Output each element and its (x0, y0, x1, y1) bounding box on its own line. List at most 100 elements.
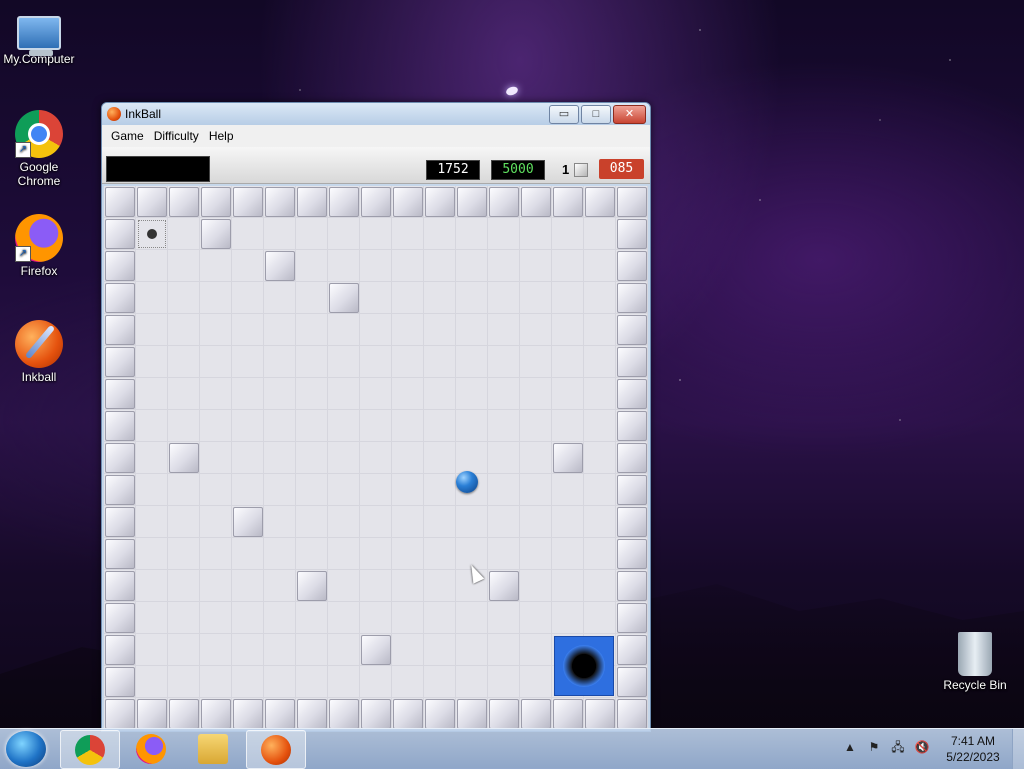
wall-block (105, 443, 135, 473)
wall-block (425, 699, 455, 729)
board-cell (456, 602, 488, 634)
action-center-flag-icon[interactable]: ⚑ (866, 739, 882, 755)
menu-help[interactable]: Help (204, 129, 239, 143)
board-cell (328, 538, 360, 570)
board-cell (552, 346, 584, 378)
wall-block (233, 699, 263, 729)
board-cell (232, 666, 264, 698)
board-cell (328, 314, 360, 346)
board-cell (296, 282, 328, 314)
wall-block (105, 539, 135, 569)
wall-block (105, 187, 135, 217)
board-cell (424, 666, 456, 698)
board-cell (136, 282, 168, 314)
board-cell (552, 570, 584, 602)
taskbar-item-inkball[interactable] (246, 730, 306, 769)
wall-block (105, 283, 135, 313)
inkball-icon (107, 107, 121, 121)
wall-block (489, 187, 519, 217)
start-button[interactable] (6, 731, 46, 767)
board-cell (168, 282, 200, 314)
board-cell (488, 634, 520, 666)
board-cell (200, 474, 232, 506)
taskbar-item-chrome[interactable] (60, 730, 120, 769)
board-cell (360, 378, 392, 410)
board-cell (136, 474, 168, 506)
board-cell (296, 666, 328, 698)
wall-block (105, 251, 135, 281)
wall-block (457, 187, 487, 217)
taskbar-item-file-explorer[interactable] (184, 730, 242, 767)
board-cell (232, 410, 264, 442)
firefox-icon (136, 734, 166, 764)
wall-block (617, 539, 647, 569)
chrome-icon: ↗ (15, 110, 63, 158)
board-cell (584, 538, 616, 570)
board-cell (232, 378, 264, 410)
desktop-icon-label: Google Chrome (17, 160, 61, 188)
board-cell (392, 346, 424, 378)
board-cell (424, 506, 456, 538)
menu-difficulty[interactable]: Difficulty (149, 129, 204, 143)
network-icon[interactable]: 🖧 (890, 739, 906, 755)
wall-block (617, 635, 647, 665)
board-cell (488, 442, 520, 474)
desktop-icon-google-chrome[interactable]: ↗ Google Chrome (1, 110, 77, 188)
board-cell (296, 634, 328, 666)
recycle-bin-icon (958, 632, 992, 676)
board-cell (360, 506, 392, 538)
menu-game[interactable]: Game (106, 129, 149, 143)
wall-block (137, 699, 167, 729)
wall-block (169, 187, 199, 217)
wall-block (585, 187, 615, 217)
maximize-button[interactable]: □ (581, 105, 611, 124)
board-cell (584, 218, 616, 250)
board-cell (136, 570, 168, 602)
wall-block (137, 187, 167, 217)
game-board[interactable] (104, 186, 648, 730)
wall-block (169, 699, 199, 729)
board-cell (296, 410, 328, 442)
close-button[interactable]: ✕ (613, 105, 646, 124)
desktop-icon-inkball[interactable]: Inkball (1, 320, 77, 384)
clock-date: 5/22/2023 (946, 750, 1000, 764)
board-cell (264, 442, 296, 474)
wall-block (521, 187, 551, 217)
wall-block (617, 315, 647, 345)
board-cell (424, 314, 456, 346)
ball-queue-icon (574, 163, 588, 177)
board-cell (488, 666, 520, 698)
tray-overflow-icon[interactable]: ▲ (842, 739, 858, 755)
taskbar: ▲ ⚑ 🖧 🔇 7:41 AM 5/22/2023 (0, 728, 1024, 769)
desktop-icon-recycle-bin[interactable]: Recycle Bin (937, 630, 1013, 692)
board-cell (168, 634, 200, 666)
obstacle-block (233, 507, 263, 537)
taskbar-item-firefox[interactable] (122, 730, 180, 767)
clock[interactable]: 7:41 AM 5/22/2023 (940, 733, 1006, 765)
minimize-button[interactable]: ▭ (549, 105, 579, 124)
board-cell (424, 250, 456, 282)
board-cell (520, 538, 552, 570)
volume-muted-icon[interactable]: 🔇 (914, 739, 930, 755)
desktop-icon-firefox[interactable]: ↗ Firefox (1, 214, 77, 278)
board-cell (520, 346, 552, 378)
desktop-icon-my-computer[interactable]: My.Computer (1, 8, 77, 66)
board-cell (200, 506, 232, 538)
board-cell (520, 282, 552, 314)
board-cell (392, 538, 424, 570)
board-cell (232, 634, 264, 666)
board-cell (264, 314, 296, 346)
board-cell (456, 250, 488, 282)
wall-block (105, 219, 135, 249)
board-cell (328, 602, 360, 634)
board-cell (232, 538, 264, 570)
board-cell (200, 314, 232, 346)
show-desktop-button[interactable] (1012, 729, 1024, 769)
wall-block (361, 699, 391, 729)
board-cell (392, 410, 424, 442)
wall-block (105, 475, 135, 505)
window-titlebar[interactable]: InkBall ▭ □ ✕ (102, 103, 650, 125)
wall-block (553, 699, 583, 729)
board-cell (264, 282, 296, 314)
board-cell (296, 218, 328, 250)
